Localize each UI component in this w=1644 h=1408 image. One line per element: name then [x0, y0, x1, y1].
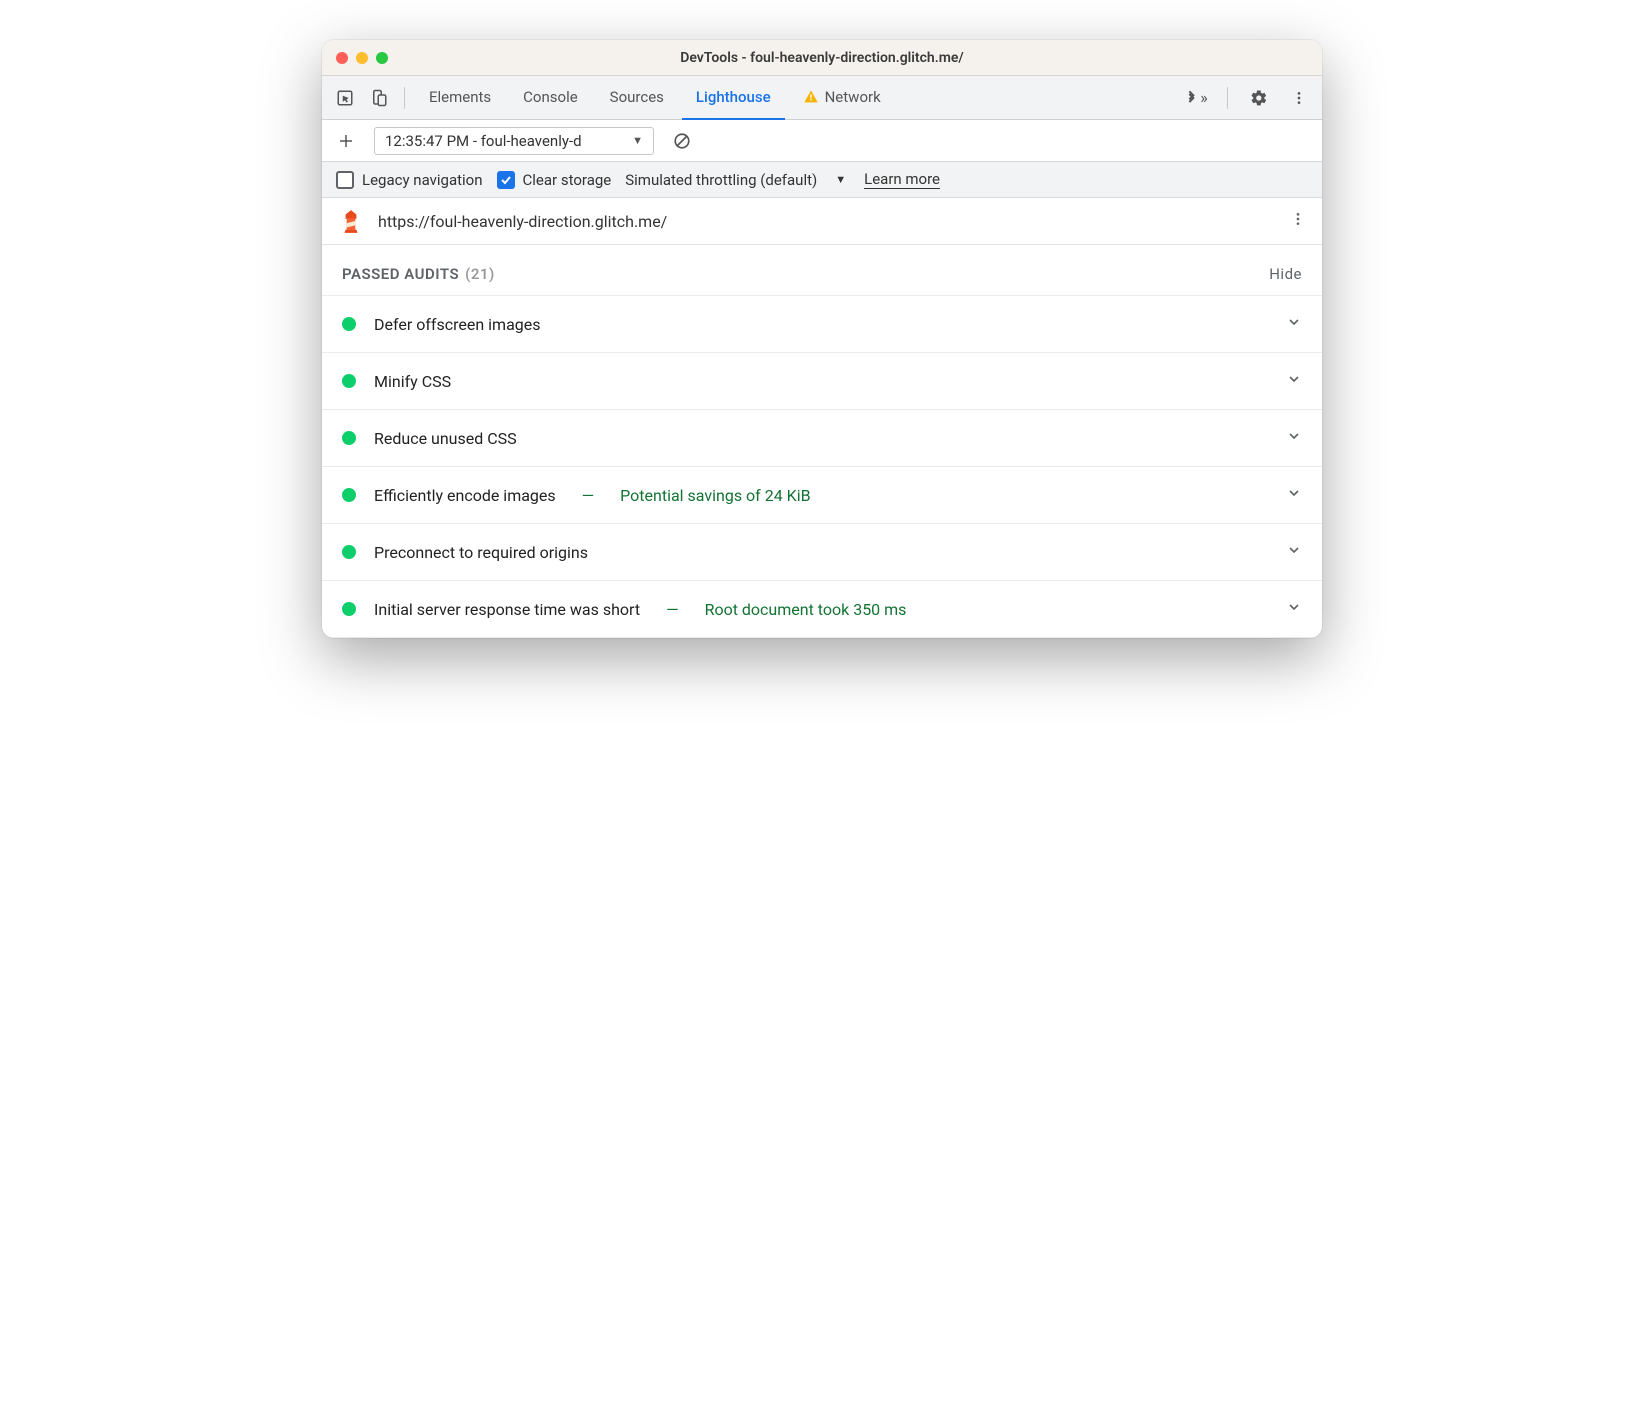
section-title: Passed Audits — [342, 265, 459, 283]
tab-lighthouse[interactable]: Lighthouse — [682, 76, 785, 120]
warning-icon — [803, 89, 819, 105]
tab-console[interactable]: Console — [509, 76, 592, 120]
maximize-window-button[interactable] — [376, 52, 388, 64]
learn-more-link[interactable]: Learn more — [864, 170, 940, 189]
audit-title: Reduce unused CSS — [374, 429, 517, 448]
audit-title: Preconnect to required origins — [374, 543, 588, 562]
pass-bullet-icon — [342, 431, 356, 445]
audit-title: Initial server response time was short — [374, 600, 640, 619]
lighthouse-settings: Legacy navigation Clear storage Simulate… — [322, 162, 1322, 198]
audit-row[interactable]: Efficiently encode images — Potential savi… — [322, 467, 1322, 524]
titlebar: DevTools - foul-heavenly-direction.glitc… — [322, 40, 1322, 76]
chevron-down-icon: ▼ — [632, 134, 643, 147]
chevron-down-icon — [1286, 485, 1302, 505]
chevron-down-icon — [1286, 371, 1302, 391]
hide-button[interactable]: Hide — [1269, 265, 1302, 283]
checkbox-unchecked-icon — [336, 171, 354, 189]
audit-row[interactable]: Minify CSS — [322, 353, 1322, 410]
audit-title: Efficiently encode images — [374, 486, 556, 505]
window-title: DevTools - foul-heavenly-direction.glitc… — [322, 50, 1322, 66]
new-report-button[interactable] — [332, 127, 360, 155]
pass-bullet-icon — [342, 488, 356, 502]
checkbox-checked-icon — [497, 171, 515, 189]
pass-bullet-icon — [342, 545, 356, 559]
throttling-label: Simulated throttling (default) — [625, 171, 817, 189]
chevron-down-icon — [1286, 599, 1302, 619]
dash: — — [666, 600, 679, 619]
audits-list: Defer offscreen images Minify CSS Reduce u… — [322, 295, 1322, 638]
clear-storage-checkbox[interactable]: Clear storage — [497, 171, 612, 189]
kebab-menu-icon[interactable] — [1284, 83, 1314, 113]
window-controls — [336, 52, 388, 64]
passed-audits-header[interactable]: Passed Audits (21) Hide — [322, 245, 1322, 295]
audit-title: Minify CSS — [374, 372, 451, 391]
audit-row[interactable]: Preconnect to required origins — [322, 524, 1322, 581]
pass-bullet-icon — [342, 374, 356, 388]
report-url-row: https://foul-heavenly-direction.glitch.m… — [322, 198, 1322, 245]
legacy-navigation-checkbox[interactable]: Legacy navigation — [336, 171, 483, 189]
device-toggle-icon[interactable] — [364, 83, 394, 113]
lighthouse-toolbar: 12:35:47 PM - foul-heavenly-d ▼ — [322, 120, 1322, 162]
report-select-dropdown[interactable]: 12:35:47 PM - foul-heavenly-d ▼ — [374, 127, 654, 155]
chevron-down-icon — [1286, 428, 1302, 448]
audit-row[interactable]: Reduce unused CSS — [322, 410, 1322, 467]
chevron-down-icon — [1286, 314, 1302, 334]
audit-detail: Root document took 350 ms — [705, 600, 907, 619]
more-tabs-icon[interactable]: » — [1181, 83, 1211, 113]
tab-elements[interactable]: Elements — [415, 76, 505, 120]
audit-row[interactable]: Defer offscreen images — [322, 296, 1322, 353]
chevron-down-icon — [1286, 542, 1302, 562]
divider — [1227, 87, 1228, 109]
dash: — — [582, 486, 595, 505]
audit-detail: Potential savings of 24 KiB — [620, 486, 810, 505]
section-count: (21) — [465, 265, 495, 283]
audit-row[interactable]: Initial server response time was short — R… — [322, 581, 1322, 638]
chevron-down-icon[interactable]: ▼ — [835, 173, 846, 186]
report-url: https://foul-heavenly-direction.glitch.m… — [378, 212, 667, 231]
divider — [404, 87, 405, 109]
lighthouse-icon — [338, 208, 364, 234]
tab-sources[interactable]: Sources — [596, 76, 678, 120]
clear-icon[interactable] — [668, 127, 696, 155]
pass-bullet-icon — [342, 602, 356, 616]
inspect-element-icon[interactable] — [330, 83, 360, 113]
report-menu-icon[interactable] — [1290, 211, 1306, 231]
devtools-window: DevTools - foul-heavenly-direction.glitc… — [322, 40, 1322, 638]
minimize-window-button[interactable] — [356, 52, 368, 64]
devtools-tabbar: Elements Console Sources Lighthouse Netw… — [322, 76, 1322, 120]
gear-icon[interactable] — [1244, 83, 1274, 113]
close-window-button[interactable] — [336, 52, 348, 64]
pass-bullet-icon — [342, 317, 356, 331]
tab-network[interactable]: Network — [789, 76, 895, 120]
audit-title: Defer offscreen images — [374, 315, 541, 334]
